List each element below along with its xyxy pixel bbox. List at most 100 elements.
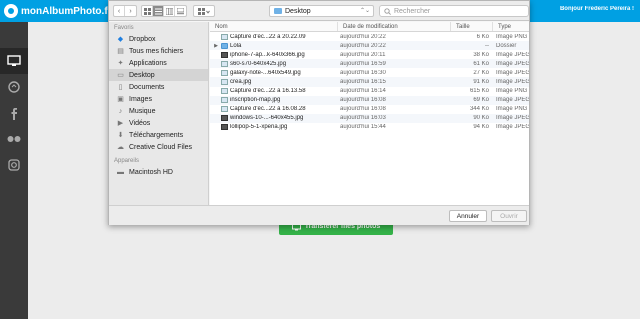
sidebar-item-desktop[interactable]: ▭ Desktop [109,69,208,81]
file-list-header: Nom Date de modification Taille Type [210,22,529,32]
file-row[interactable]: Capture d'éc...22 à 20.22.09 aujourd'hui … [210,32,529,41]
facebook-upload-button[interactable] [0,100,28,126]
sidebar-item-applications[interactable]: ✦ Applications [109,57,208,69]
column-header-name[interactable]: Nom [210,22,338,31]
file-size: 94 Ko [473,124,489,131]
arrange-button[interactable] [194,6,214,16]
file-row[interactable]: inscription-map.jpg aujourd'hui 16:08 69 K… [210,95,529,105]
file-list: Nom Date de modification Taille Type Cap… [210,22,529,205]
image-file-icon [221,51,228,58]
dropbox-icon: ◆ [117,36,124,43]
search-placeholder: Rechercher [394,7,431,15]
sidebar-item-label: Tous mes fichiers [129,47,184,55]
hard-drive-icon: ▬ [117,168,124,176]
devices-heading: Appareils [114,158,140,164]
file-size: 38 Ko [473,51,489,58]
back-button[interactable]: ‹ [114,6,125,16]
file-name-cell: windows-10-...-640x455.jpg [210,115,338,122]
list-view-button[interactable] [153,6,164,16]
open-button[interactable]: Ouvrir [491,210,527,222]
file-size: 69 Ko [473,97,489,104]
sidebar-item-label: Applications [129,59,167,67]
file-row[interactable]: crea.jpg aujourd'hui 16:15 91 Ko Image JPEG [210,77,529,87]
monitor-icon [7,55,21,66]
file-row[interactable]: lollipop-5-1-xperia.jpg aujourd'hui 15:44… [210,123,529,132]
file-size: -- [485,42,489,49]
file-type: Image PNG [496,106,528,113]
sidebar-item-vid-os[interactable]: ▶ Vidéos [109,117,208,129]
chevron-right-icon: › [129,7,132,15]
dialog-sidebar: Favoris ◆ Dropbox ▤ Tous mes fichiers ✦ Appli… [109,22,209,205]
view-mode-group [141,5,187,17]
sidebar-item-label: Téléchargements [129,131,184,139]
file-name-cell: galaxy-note-...640x549.jpg [210,69,338,76]
file-row[interactable]: Capture d'éc...22 à 16.13.58 aujourd'hui … [210,87,529,96]
file-row[interactable]: windows-10-...-640x455.jpg aujourd'hui 16… [210,113,529,123]
file-name: inscription-map.jpg [230,97,281,104]
column-header-date[interactable]: Date de modification [338,22,451,31]
file-row[interactable]: ▶ Lola aujourd'hui 20:22 -- Dossier [210,41,529,51]
sidebar-item-creative-cloud-files[interactable]: ☁ Creative Cloud Files [109,141,208,153]
file-date: aujourd'hui 16:30 [340,69,386,76]
desktop-icon: ▭ [117,72,124,79]
cover-flow-button[interactable] [175,6,186,16]
file-rows: Capture d'éc...22 à 20.22.09 aujourd'hui … [210,32,529,132]
file-size: 91 Ko [473,79,489,86]
music-icon: ♪ [118,107,123,115]
file-name: Capture d'éc...22 à 16.13.58 [230,88,306,95]
image-file-icon [221,79,228,86]
column-header-type[interactable]: Type [493,22,529,31]
file-size: 61 Ko [473,60,489,67]
sidebar-item-tous-mes-fichiers[interactable]: ▤ Tous mes fichiers [109,45,208,57]
cancel-button[interactable]: Annuler [449,210,487,222]
file-type: Image JPEG [496,69,529,76]
file-row[interactable]: iphone-7-ap...k-640x366.jpg aujourd'hui 2… [210,50,529,59]
file-date: aujourd'hui 20:22 [340,42,386,49]
sidebar-item-t-l-chargements[interactable]: ⬇ Téléchargements [109,129,208,141]
column-view-button[interactable] [164,6,175,16]
file-row[interactable]: Capture d'éc...22 à 16.08.28 aujourd'hui … [210,105,529,114]
file-date: aujourd'hui 16:59 [340,60,386,67]
search-icon [384,7,391,15]
sidebar-item-label: Macintosh HD [129,168,173,176]
sidebar-item-images[interactable]: ▣ Images [109,93,208,105]
site-logo[interactable]: monAlbumPhoto.fr [4,3,112,19]
file-type: Dossier [496,42,517,49]
dialog-toolbar: ‹ › Desktop ⌃⌄ Rechercher [109,1,529,21]
instagram-upload-button[interactable] [0,152,28,178]
back-forward-group: ‹ › [113,5,137,17]
file-type: Image JPEG [496,51,529,58]
sidebar-item-label: Dropbox [129,35,156,43]
file-type: Image JPEG [496,115,529,122]
file-name: lollipop-5-1-xperia.jpg [230,124,288,131]
flickr-upload-button[interactable] [0,126,28,152]
location-label: Desktop [285,7,311,15]
disclosure-triangle-icon[interactable]: ▶ [213,43,219,49]
logo-text: monAlbumPhoto.fr [21,5,112,17]
file-date: aujourd'hui 20:22 [340,33,386,40]
sidebar-item-macintosh-hd[interactable]: ▬ Macintosh HD [109,166,208,178]
sidebar-item-documents[interactable]: ▯ Documents [109,81,208,93]
file-name-cell: crea.jpg [210,79,338,86]
circle-upload-icon [8,81,20,93]
column-header-size[interactable]: Taille [451,22,493,31]
instagram-icon [8,159,20,171]
file-row[interactable]: s60-s70-640x425.jpg aujourd'hui 16:59 61 K… [210,59,529,69]
sidebar-item-label: Desktop [129,71,155,79]
icon-view-button[interactable] [142,6,153,16]
sidebar-item-musique[interactable]: ♪ Musique [109,105,208,117]
location-dropdown[interactable]: Desktop ⌃⌄ [269,5,374,17]
file-type: Image JPEG [496,97,529,104]
computer-upload-button[interactable] [0,48,28,74]
image-file-icon [221,97,228,104]
forward-button[interactable]: › [125,6,136,16]
file-name-cell: Capture d'éc...22 à 16.13.58 [210,88,338,95]
file-name: galaxy-note-...640x549.jpg [230,69,301,76]
dropbox-upload-button[interactable] [0,74,28,100]
user-greeting[interactable]: Bonjour Frederic Pereira ! [560,6,634,12]
sidebar-item-dropbox[interactable]: ◆ Dropbox [109,33,208,45]
file-name: crea.jpg [230,79,252,86]
file-name: s60-s70-640x425.jpg [230,60,287,67]
search-input[interactable]: Rechercher [379,5,529,17]
file-row[interactable]: galaxy-note-...640x549.jpg aujourd'hui 16… [210,68,529,77]
